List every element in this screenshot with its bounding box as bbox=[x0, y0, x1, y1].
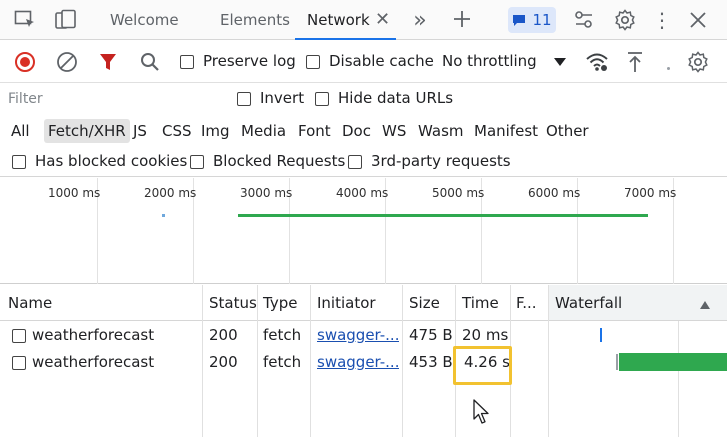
disable-cache-label: Disable cache bbox=[329, 52, 434, 70]
overview-tick-label: 3000 ms bbox=[240, 186, 293, 200]
has-blocked-cookies-label: Has blocked cookies bbox=[35, 152, 188, 170]
preserve-log-checkbox[interactable] bbox=[180, 55, 194, 69]
request-size: 475 B bbox=[409, 326, 453, 344]
network-toolbar: Preserve log Disable cache No throttling bbox=[0, 41, 727, 83]
overview-request-bar-long bbox=[238, 214, 648, 217]
overview-tick-label: 1000 ms bbox=[48, 186, 101, 200]
network-requests-table: Name Status Type Initiator Size Time F..… bbox=[0, 285, 727, 437]
column-header-waterfall[interactable]: Waterfall bbox=[555, 285, 622, 321]
close-tab-icon[interactable]: ✕ bbox=[375, 0, 390, 40]
hide-data-urls-checkbox[interactable] bbox=[315, 92, 329, 106]
network-conditions-icon[interactable] bbox=[584, 50, 610, 74]
type-filter-img[interactable]: Img bbox=[197, 119, 234, 143]
request-initiator-link[interactable]: swagger-... bbox=[317, 322, 399, 349]
more-tabs-chevron-icon[interactable]: » bbox=[410, 8, 430, 33]
waterfall-waiting-tick bbox=[616, 354, 618, 370]
toolbar-separator-dot bbox=[667, 67, 670, 70]
overview-tick-label: 6000 ms bbox=[528, 186, 581, 200]
type-filter-manifest[interactable]: Manifest bbox=[470, 119, 542, 143]
table-row[interactable]: weatherforecast 200 fetch swagger-... 45… bbox=[0, 349, 727, 376]
type-filter-media[interactable]: Media bbox=[237, 119, 290, 143]
column-header-initiator[interactable]: Initiator bbox=[317, 285, 376, 321]
type-filter-js[interactable]: JS bbox=[129, 119, 151, 143]
overview-tick-label: 7000 ms bbox=[624, 186, 677, 200]
third-party-requests-label: 3rd-party requests bbox=[371, 152, 511, 170]
clear-icon[interactable] bbox=[55, 50, 79, 74]
third-party-requests-checkbox[interactable] bbox=[348, 155, 362, 169]
throttling-select[interactable]: No throttling bbox=[434, 47, 572, 77]
type-filter-ws[interactable]: WS bbox=[378, 119, 410, 143]
preserve-log-label: Preserve log bbox=[203, 52, 296, 70]
import-har-icon[interactable] bbox=[624, 50, 646, 74]
tab-welcome[interactable]: Welcome bbox=[110, 0, 179, 40]
record-stop-icon[interactable] bbox=[13, 50, 37, 74]
overview-request-bar-short bbox=[162, 214, 165, 217]
column-header-size[interactable]: Size bbox=[409, 285, 440, 321]
mouse-cursor-icon bbox=[473, 399, 491, 429]
network-overview-timeline[interactable]: 1000 ms 2000 ms 3000 ms 4000 ms 5000 ms … bbox=[0, 178, 727, 284]
hide-data-urls-label: Hide data URLs bbox=[338, 89, 454, 107]
has-blocked-cookies-checkbox[interactable] bbox=[12, 155, 26, 169]
invert-checkbox[interactable] bbox=[237, 92, 251, 106]
network-settings-gear-icon[interactable] bbox=[686, 50, 710, 74]
request-type: fetch bbox=[263, 353, 302, 371]
message-icon bbox=[513, 14, 526, 26]
inspect-element-icon[interactable] bbox=[14, 10, 36, 30]
tab-network[interactable]: Network ✕ bbox=[295, 0, 396, 40]
blocked-requests-label: Blocked Requests bbox=[213, 152, 346, 170]
device-toolbar-icon[interactable] bbox=[54, 9, 78, 31]
add-tab-icon[interactable] bbox=[451, 8, 473, 30]
type-filter-fetch-xhr[interactable]: Fetch/XHR bbox=[44, 119, 130, 143]
filter-input[interactable] bbox=[4, 87, 220, 111]
request-size: 453 B bbox=[409, 353, 453, 371]
column-header-fulfilled-by[interactable]: F... bbox=[516, 285, 537, 321]
disable-cache-checkbox[interactable] bbox=[306, 55, 320, 69]
waterfall-bar bbox=[600, 328, 602, 342]
request-status: 200 bbox=[209, 326, 238, 344]
dropdown-arrow-icon bbox=[554, 55, 566, 71]
type-filter-wasm[interactable]: Wasm bbox=[414, 119, 468, 143]
request-name: weatherforecast bbox=[32, 326, 155, 344]
column-header-name[interactable]: Name bbox=[8, 285, 52, 321]
sort-ascending-icon[interactable] bbox=[699, 298, 711, 314]
type-filter-doc[interactable]: Doc bbox=[338, 119, 375, 143]
resource-type-filters: All Fetch/XHR JS CSS Img Media Font Doc … bbox=[0, 116, 727, 146]
type-filter-all[interactable]: All bbox=[7, 119, 34, 143]
throttling-value: No throttling bbox=[442, 52, 537, 70]
request-type: fetch bbox=[263, 326, 302, 344]
filter-row: Invert Hide data URLs bbox=[0, 84, 727, 115]
overview-tick-label: 2000 ms bbox=[144, 186, 197, 200]
settings-gear-icon[interactable] bbox=[613, 8, 637, 32]
blocked-requests-checkbox[interactable] bbox=[190, 155, 204, 169]
more-options-icon[interactable]: ⋮ bbox=[652, 8, 672, 32]
devtools-tab-bar: Welcome Elements Network ✕ » 11 ⋮ bbox=[0, 0, 727, 40]
close-devtools-icon[interactable] bbox=[686, 8, 710, 32]
request-time: 20 ms bbox=[462, 326, 509, 344]
filter-funnel-icon[interactable] bbox=[97, 50, 119, 74]
waterfall-bar bbox=[619, 353, 727, 371]
request-name: weatherforecast bbox=[32, 353, 155, 371]
issues-count: 11 bbox=[532, 11, 552, 29]
column-header-time[interactable]: Time bbox=[462, 285, 499, 321]
type-filter-font[interactable]: Font bbox=[294, 119, 335, 143]
column-header-type[interactable]: Type bbox=[263, 285, 297, 321]
overview-tick-label: 4000 ms bbox=[336, 186, 389, 200]
tab-elements[interactable]: Elements bbox=[220, 0, 290, 40]
search-icon[interactable] bbox=[138, 50, 162, 74]
overview-tick-label: 5000 ms bbox=[432, 186, 485, 200]
type-filter-other[interactable]: Other bbox=[542, 119, 593, 143]
time-highlight-box bbox=[453, 346, 512, 385]
column-header-status[interactable]: Status bbox=[209, 285, 257, 321]
request-initiator-link[interactable]: swagger-... bbox=[317, 349, 399, 376]
type-filter-css[interactable]: CSS bbox=[158, 119, 196, 143]
row-select-checkbox[interactable] bbox=[12, 329, 26, 343]
table-row[interactable]: weatherforecast 200 fetch swagger-... 47… bbox=[0, 322, 727, 349]
tab-network-label: Network bbox=[307, 11, 370, 29]
issues-badge[interactable]: 11 bbox=[508, 7, 556, 33]
customize-panels-icon[interactable] bbox=[572, 8, 596, 32]
blocked-filters-row: Has blocked cookies Blocked Requests 3rd… bbox=[0, 147, 727, 177]
row-select-checkbox[interactable] bbox=[12, 356, 26, 370]
invert-label: Invert bbox=[260, 89, 305, 107]
request-status: 200 bbox=[209, 353, 238, 371]
